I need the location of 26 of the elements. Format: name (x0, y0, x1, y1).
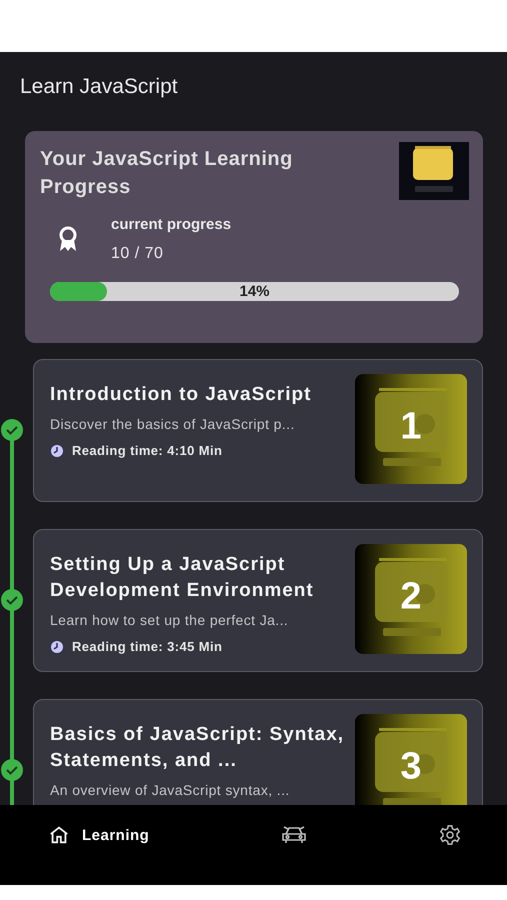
car-icon (281, 824, 308, 846)
lesson-number: 3 (400, 745, 422, 788)
progress-count: 10 / 70 (111, 244, 164, 262)
settings-icon (439, 824, 461, 846)
lesson-number: 1 (400, 405, 422, 448)
card-title: Your JavaScript Learning Progress (40, 147, 294, 200)
home-icon (48, 824, 70, 846)
screen-title: Learn JavaScript (20, 74, 178, 99)
lesson-card[interactable]: Introduction to JavaScript Discover the basics of JavaScript p... Reading time: 4:10 Min 1 (33, 359, 483, 502)
nav-tab[interactable]: Learning (44, 820, 154, 850)
reading-time: Reading time: 3:45 Min (72, 639, 222, 654)
award-icon (57, 226, 79, 252)
lesson-title: Introduction to JavaScript (50, 383, 312, 407)
lesson-card[interactable]: Basics of JavaScript: Syntax, Statements, and ... An overview of JavaScript syntax, ... 3 (33, 699, 483, 805)
lesson-title: Setting Up a JavaScript Development Environment (50, 553, 315, 603)
lesson-card[interactable]: Setting Up a JavaScript Development Environment Learn how to set up the perfect Ja... Reading time: 3:45 Min 2 (33, 529, 483, 672)
lesson-number: 2 (400, 575, 422, 618)
lesson-title: Basics of JavaScript: Syntax, Statements, and ... (50, 723, 346, 773)
progress-label: current progress (111, 216, 232, 232)
lesson-description: Discover the basics of JavaScript p... (50, 416, 296, 432)
lesson-description: An overview of JavaScript syntax, ... (50, 782, 291, 798)
clock-icon (50, 640, 64, 654)
reading-time: Reading time: 4:10 Min (72, 443, 222, 458)
lesson-description: Learn how to set up the perfect Ja... (50, 612, 290, 628)
clock-icon (50, 444, 64, 458)
progress-percent: 14% (239, 283, 270, 300)
